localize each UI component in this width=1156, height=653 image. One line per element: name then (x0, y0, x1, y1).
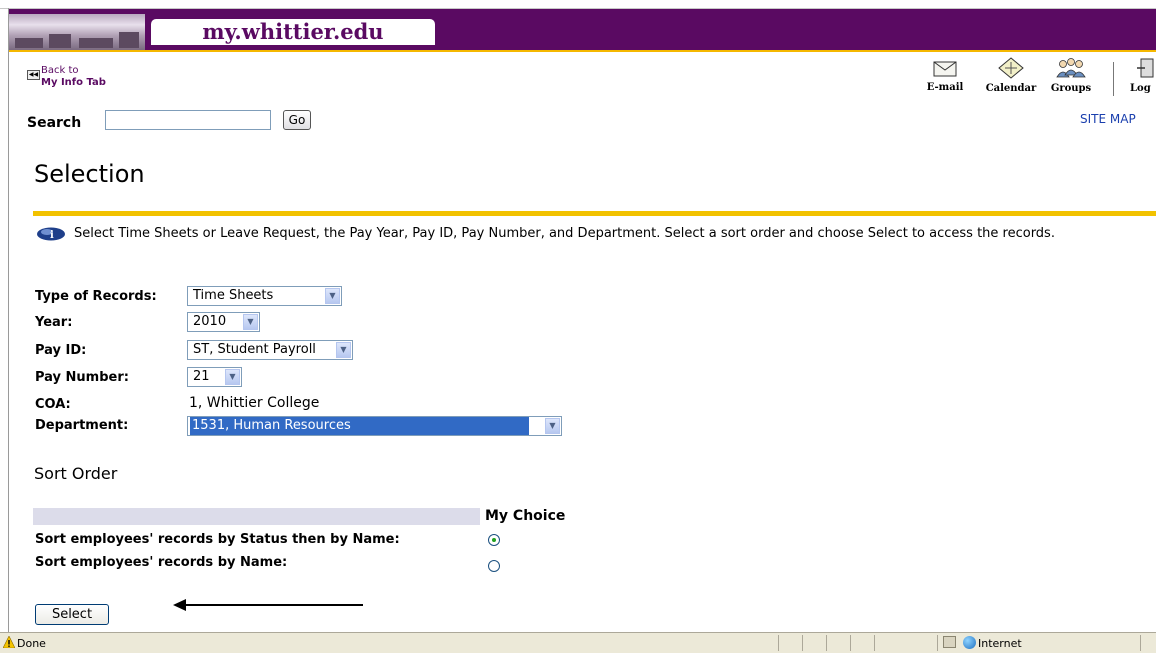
back-to-my-info-link[interactable]: Back to My Info Tab (41, 65, 106, 89)
type-of-records-select[interactable]: Time Sheets ▼ (187, 286, 342, 306)
site-map-link[interactable]: SITE MAP (1080, 112, 1136, 126)
back-arrow-icon[interactable]: ◀◀ (27, 70, 40, 80)
sort-order-heading: Sort Order (34, 464, 118, 483)
calendar-icon (998, 57, 1024, 79)
sort-table-header-bar (33, 508, 480, 525)
chevron-down-icon: ▼ (243, 314, 258, 330)
groups-label: Groups (1050, 83, 1092, 94)
sort-option-status-name-label: Sort employees' records by Status then b… (35, 532, 400, 547)
window-top-edge (0, 0, 1156, 9)
status-divider (802, 635, 803, 651)
status-divider (850, 635, 851, 651)
globe-icon (963, 636, 976, 649)
groups-tool[interactable]: Groups (1046, 57, 1096, 94)
email-tool[interactable]: E-mail (925, 60, 965, 93)
search-input[interactable] (105, 110, 271, 130)
pay-id-label: Pay ID: (35, 343, 87, 358)
status-text: Done (17, 637, 46, 650)
page-title: Selection (34, 160, 145, 188)
back-link-line2: My Info Tab (41, 77, 106, 88)
site-name[interactable]: my.whittier.edu (151, 19, 435, 45)
year-value: 2010 (193, 314, 227, 329)
pay-number-select[interactable]: 21 ▼ (187, 367, 242, 387)
type-of-records-label: Type of Records: (35, 289, 157, 304)
status-divider (937, 635, 938, 651)
year-label: Year: (35, 315, 73, 330)
back-link-line1: Back to (41, 65, 79, 76)
browser-status-bar: Done Internet (0, 632, 1156, 653)
sort-option-name-radio[interactable] (488, 560, 500, 572)
security-icon (943, 636, 956, 648)
info-icon: i (37, 227, 65, 241)
email-label: E-mail (926, 82, 964, 93)
year-select[interactable]: 2010 ▼ (187, 312, 260, 332)
pay-id-value: ST, Student Payroll (193, 342, 316, 357)
coa-value: 1, Whittier College (189, 395, 320, 411)
logout-label: Log (1130, 83, 1151, 94)
pay-number-label: Pay Number: (35, 370, 129, 385)
chevron-down-icon: ▼ (225, 369, 240, 385)
campus-photo (9, 14, 145, 50)
search-label: Search (27, 115, 82, 131)
chevron-down-icon: ▼ (325, 288, 340, 304)
svg-text:i: i (50, 230, 54, 241)
department-select[interactable]: 1531, Human Resources ▼ (187, 416, 562, 436)
chevron-down-icon: ▼ (336, 342, 351, 358)
my-choice-header: My Choice (485, 508, 566, 524)
logout-icon (1137, 58, 1154, 78)
calendar-tool[interactable]: Calendar (979, 57, 1043, 94)
instructions-text: Select Time Sheets or Leave Request, the… (74, 226, 1055, 241)
go-button[interactable]: Go (283, 110, 311, 130)
groups-icon (1056, 58, 1086, 78)
pay-number-value: 21 (193, 369, 210, 384)
toolbar-separator (1113, 62, 1114, 96)
department-label: Department: (35, 418, 129, 433)
chevron-down-icon: ▼ (545, 418, 560, 434)
status-divider (1140, 635, 1141, 651)
envelope-icon (933, 61, 957, 77)
status-divider (778, 635, 779, 651)
department-value: 1531, Human Resources (190, 417, 529, 435)
sort-option-name-label: Sort employees' records by Name: (35, 555, 288, 570)
title-divider (33, 211, 1156, 216)
status-divider (874, 635, 875, 651)
calendar-label: Calendar (985, 83, 1037, 94)
warning-icon (3, 636, 15, 648)
header-gold-line (9, 50, 1156, 52)
logout-tool[interactable]: Log (1127, 57, 1156, 94)
select-button[interactable]: Select (35, 604, 109, 625)
status-divider (826, 635, 827, 651)
pointer-arrow-line (185, 604, 363, 606)
pay-id-select[interactable]: ST, Student Payroll ▼ (187, 340, 353, 360)
sort-option-status-name-radio[interactable] (488, 534, 500, 546)
security-zone-text: Internet (978, 637, 1022, 650)
window-left-edge (8, 8, 9, 632)
coa-label: COA: (35, 397, 71, 412)
type-of-records-value: Time Sheets (193, 288, 274, 303)
